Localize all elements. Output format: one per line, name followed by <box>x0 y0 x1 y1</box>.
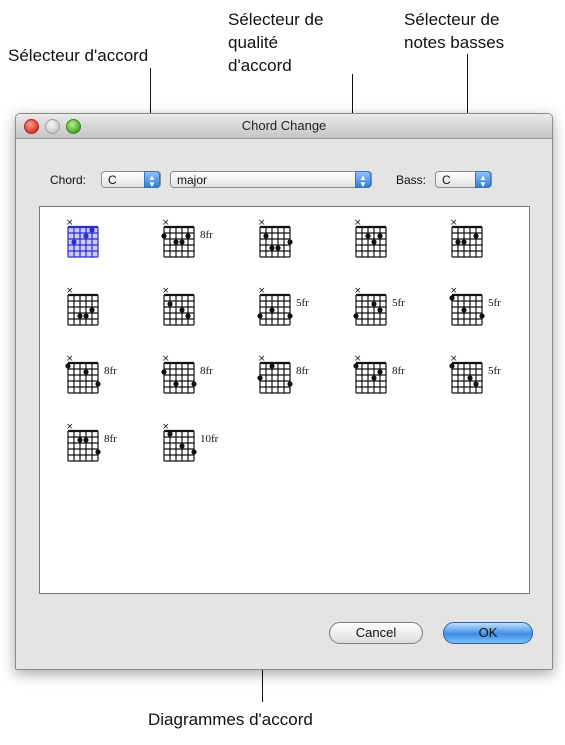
svg-text:×: × <box>66 286 74 296</box>
svg-text:×: × <box>258 286 266 296</box>
callout-quality-line-3: d'accord <box>228 56 292 75</box>
chord-diagram[interactable]: × <box>448 217 506 277</box>
chord-grid-icon: × <box>257 354 293 394</box>
svg-text:×: × <box>66 354 74 364</box>
chord-diagram[interactable]: × <box>64 217 122 277</box>
bass-popup-value: C <box>442 173 451 187</box>
chord-diagram[interactable]: × <box>256 217 314 277</box>
bass-popup[interactable]: C ▲ ▼ <box>435 171 492 189</box>
chord-diagram[interactable]: × 5fr <box>448 353 506 413</box>
chord-grid-icon: × <box>161 354 197 394</box>
callout-bass-line-1: Sélecteur de <box>404 10 500 29</box>
svg-text:×: × <box>162 422 170 432</box>
chord-grid-icon: × <box>66 422 101 462</box>
fret-position-label: 5fr <box>488 365 501 377</box>
chord-diagram[interactable]: × 5fr <box>448 285 506 345</box>
fret-position-label: 5fr <box>392 297 405 309</box>
chord-diagram[interactable]: × 8fr <box>256 353 314 413</box>
fret-position-label: 8fr <box>104 433 117 445</box>
chord-diagram[interactable]: × <box>64 285 122 345</box>
svg-text:×: × <box>66 422 74 432</box>
chord-diagram[interactable]: × 5fr <box>256 285 314 345</box>
chevron-updown-icon: ▲ ▼ <box>144 171 160 189</box>
chord-grid-icon: × <box>66 286 99 326</box>
callout-diagrams: Diagrammes d'accord <box>148 708 313 731</box>
chord-grid-icon: × <box>162 422 197 462</box>
callout-chord-selector: Sélecteur d'accord <box>8 44 148 67</box>
chord-diagram[interactable]: × 8fr <box>64 353 122 413</box>
chord-diagram[interactable]: × 8fr <box>160 217 218 277</box>
fret-position-label: 5fr <box>488 297 501 309</box>
chord-grid-icon: × <box>353 354 387 394</box>
chord-popup[interactable]: C ▲ ▼ <box>101 171 161 189</box>
chord-grid-icon: × <box>161 218 195 258</box>
fret-position-label: 8fr <box>392 365 405 377</box>
fret-position-label: 10fr <box>200 433 219 445</box>
svg-text:×: × <box>162 354 170 364</box>
chord-grid-icon: × <box>449 286 485 326</box>
callout-chord-selector-text: Sélecteur d'accord <box>8 46 149 65</box>
svg-text:×: × <box>354 286 362 296</box>
chord-diagram[interactable]: × 8fr <box>64 421 122 481</box>
callout-quality-line-1: Sélecteur de <box>228 10 324 29</box>
chord-diagram[interactable]: × 5fr <box>352 285 410 345</box>
cancel-button[interactable]: Cancel <box>329 622 423 644</box>
chord-grid-icon: × <box>354 218 387 258</box>
callout-quality-selector: Sélecteur de qualité d'accord <box>228 8 323 77</box>
bass-label: Bass: <box>396 173 427 187</box>
callout-bass-selector: Sélecteur de notes basses <box>404 8 504 54</box>
svg-text:×: × <box>450 354 458 364</box>
chord-diagram[interactable]: × 10fr <box>160 421 218 481</box>
chord-diagram[interactable]: × <box>352 217 410 277</box>
chord-diagram[interactable]: × <box>160 285 218 345</box>
svg-text:×: × <box>162 218 170 228</box>
svg-text:×: × <box>450 218 458 228</box>
chord-grid-icon: × <box>258 218 293 258</box>
fret-position-label: 8fr <box>104 365 117 377</box>
window-title: Chord Change <box>241 118 327 133</box>
chord-diagram[interactable]: × 8fr <box>352 353 410 413</box>
chord-grid-icon: × <box>66 218 99 258</box>
chord-grid-icon: × <box>162 286 195 326</box>
chord-grid-icon: × <box>450 218 483 258</box>
chord-popup-value: C <box>108 173 117 187</box>
chord-grid-icon: × <box>65 354 101 394</box>
title-bar[interactable]: Chord Change <box>16 114 552 139</box>
chord-change-dialog: Chord Change Chord: C ▲ ▼ major ▲ ▼ Bass: … <box>15 113 553 670</box>
quality-popup[interactable]: major ▲ ▼ <box>170 171 372 189</box>
svg-text:×: × <box>66 218 74 228</box>
chord-label: Chord: <box>50 173 87 187</box>
chevron-updown-icon: ▲ ▼ <box>355 171 371 189</box>
chord-grid-icon: × <box>353 286 387 326</box>
callout-diagrams-text: Diagrammes d'accord <box>148 710 313 729</box>
svg-text:×: × <box>258 218 266 228</box>
chord-diagram[interactable]: × 8fr <box>160 353 218 413</box>
chord-diagram-panel: × × 8fr × × × × × × 5fr × 5fr × 5fr × 8fr × 8fr × 8fr × 8fr × 5… <box>39 206 530 594</box>
fret-position-label: 8fr <box>296 365 309 377</box>
fret-position-label: 5fr <box>296 297 309 309</box>
chord-grid-icon: × <box>257 286 293 326</box>
svg-text:×: × <box>354 218 362 228</box>
callout-quality-line-2: qualité <box>228 33 279 52</box>
svg-text:×: × <box>354 354 362 364</box>
svg-text:×: × <box>258 354 266 364</box>
chevron-updown-icon: ▲ ▼ <box>475 171 491 189</box>
quality-popup-value: major <box>177 173 208 187</box>
ok-button[interactable]: OK <box>443 622 533 644</box>
svg-text:×: × <box>450 286 458 296</box>
fret-position-label: 8fr <box>200 229 213 241</box>
callout-bass-line-2: notes basses <box>404 33 505 52</box>
chord-grid-icon: × <box>449 354 483 394</box>
fret-position-label: 8fr <box>200 365 213 377</box>
svg-text:×: × <box>162 286 170 296</box>
